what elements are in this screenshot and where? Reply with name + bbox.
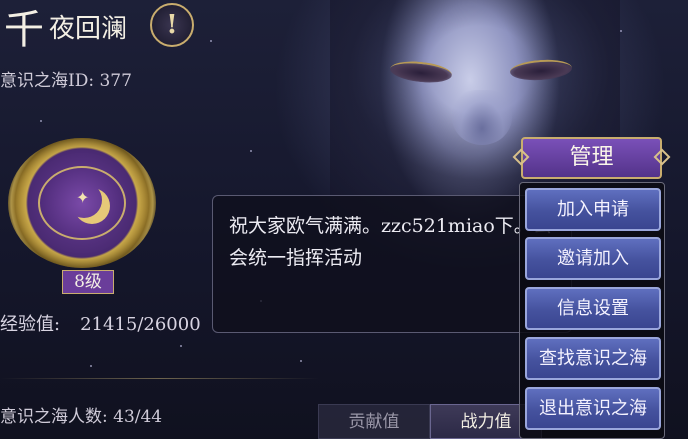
guild-title-small: 夜回澜	[49, 13, 128, 44]
exclamation-icon: !	[166, 10, 178, 40]
portrait-nose	[452, 90, 512, 145]
guild-announcement: 祝大家欧气满满。zzc521miao下。公会统一指挥活动	[212, 195, 572, 333]
join-requests-button[interactable]: 加入申请	[525, 188, 661, 231]
guild-emblem[interactable]: ✦	[8, 138, 156, 268]
guild-id: 意识之海ID: 377	[0, 71, 132, 91]
info-settings-button[interactable]: 信息设置	[525, 287, 661, 330]
ranking-tabs: 贡献值 战力值	[318, 404, 542, 439]
find-guild-button[interactable]: 查找意识之海	[525, 337, 661, 380]
divider	[0, 378, 320, 379]
tab-contribution[interactable]: 贡献值	[318, 404, 430, 439]
invite-join-button[interactable]: 邀请加入	[525, 237, 661, 280]
manage-button[interactable]: 管理	[521, 137, 662, 179]
experience-line: 经验值: 21415/26000	[0, 310, 201, 336]
exp-value: 21415/26000	[80, 314, 201, 335]
guild-title-big: 千	[4, 7, 45, 53]
emblem-center: ✦	[38, 166, 126, 240]
star-icon: ✦	[76, 188, 90, 207]
guild-level-badge: 8级	[62, 270, 114, 294]
exp-label: 经验值:	[0, 314, 61, 335]
leave-guild-button[interactable]: 退出意识之海	[525, 387, 661, 430]
notice-alert-button[interactable]: !	[150, 3, 194, 47]
member-count: 意识之海人数: 43/44	[0, 407, 163, 427]
